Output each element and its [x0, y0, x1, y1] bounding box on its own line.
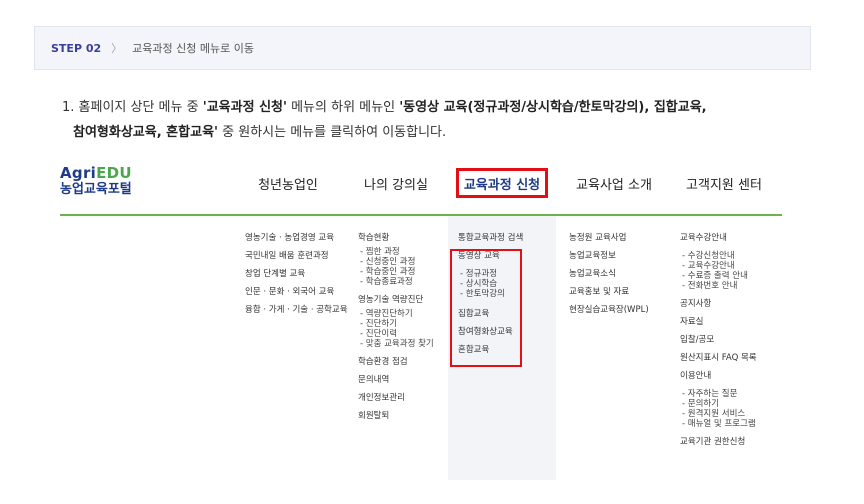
submenu-subitem[interactable]: - 신청중인 과정	[358, 257, 434, 267]
submenu-subitem[interactable]: - 역량진단하기	[358, 309, 434, 319]
instruction-line-1: 1. 홈페이지 상단 메뉴 중 '교육과정 신청' 메뉴의 하위 메뉴인 '동영…	[62, 100, 707, 115]
submenu-subitem[interactable]: - 학습중인 과정	[358, 267, 434, 277]
submenu-item[interactable]: 농업교육정보	[569, 247, 649, 265]
submenu-item[interactable]: 현장실습교육장(WPL)	[569, 301, 649, 319]
submenu-subitem[interactable]: - 교육수강안내	[680, 261, 757, 271]
submenu-youth: 영농기술 · 농업경영 교육 국민내일 배움 훈련과정 창업 단계별 교육 인문…	[245, 229, 348, 319]
submenu-subitem[interactable]: - 진단하기	[358, 319, 434, 329]
submenu-subitem[interactable]: - 수강신청안내	[680, 251, 757, 261]
nav-youth-farmer[interactable]: 청년농업인	[238, 168, 338, 198]
submenu-item-integrated-search[interactable]: 통합교육과정 검색	[458, 229, 523, 247]
submenu-subitem[interactable]: - 문의하기	[680, 399, 757, 409]
highlight-box	[450, 249, 522, 367]
submenu-item[interactable]: 교육기관 권한신청	[680, 433, 757, 451]
submenu-item[interactable]: 영농기술 역량진단	[358, 291, 434, 309]
submenu-subitem[interactable]: - 자주하는 질문	[680, 389, 757, 399]
submenu-item[interactable]: 개인정보관리	[358, 389, 434, 407]
step-number: STEP 02	[51, 41, 102, 55]
submenu-subitem[interactable]: - 학습종료과정	[358, 277, 434, 287]
submenu-subitem[interactable]: - 맞춤 교육과정 찾기	[358, 339, 434, 349]
submenu-subitem[interactable]: - 전화번호 안내	[680, 281, 757, 291]
submenu-business: 농정원 교육사업 농업교육정보 농업교육소식 교육홍보 및 자료 현장실습교육장…	[569, 229, 649, 319]
submenu-item[interactable]: 공지사항	[680, 295, 757, 313]
submenu-item[interactable]: 문의내역	[358, 371, 434, 389]
submenu-subitem[interactable]: - 매뉴얼 및 프로그램	[680, 419, 757, 429]
submenu-item[interactable]: 학습현황	[358, 229, 434, 247]
submenu-item[interactable]: 농업교육소식	[569, 265, 649, 283]
submenu-item[interactable]: 자료실	[680, 313, 757, 331]
nav-business-intro[interactable]: 교육사업 소개	[564, 168, 664, 198]
submenu-item[interactable]: 교육수강안내	[680, 229, 757, 247]
submenu-support: 교육수강안내 - 수강신청안내 - 교육수강안내 - 수료증 출력 안내 - 전…	[680, 229, 757, 451]
nav-course-apply[interactable]: 교육과정 신청	[456, 168, 548, 198]
nav-my-lecture-room[interactable]: 나의 강의실	[346, 168, 446, 198]
nav-divider	[60, 214, 782, 216]
nav-customer-support[interactable]: 고객지원 센터	[674, 168, 774, 198]
submenu-item[interactable]: 입찰/공모	[680, 331, 757, 349]
instruction-line-2: 참여형화상교육, 혼합교육' 중 원하시는 메뉴를 클릭하여 이동합니다.	[73, 125, 447, 140]
submenu-item[interactable]: 회원탈퇴	[358, 407, 434, 425]
top-navigation: 청년농업인 나의 강의실 교육과정 신청 교육사업 소개 고객지원 센터	[0, 168, 864, 204]
submenu-item[interactable]: 융합 · 가게 · 기술 · 공학교육	[245, 301, 348, 319]
submenu-subitem[interactable]: - 찜한 과정	[358, 247, 434, 257]
submenu-item[interactable]: 영농기술 · 농업경영 교육	[245, 229, 348, 247]
chevron-right-icon: 〉	[111, 42, 123, 55]
submenu-item[interactable]: 학습환경 점검	[358, 353, 434, 371]
instruction-text: 1. 홈페이지 상단 메뉴 중 '교육과정 신청' 메뉴의 하위 메뉴인 '동영…	[62, 95, 822, 145]
submenu-item[interactable]: 교육홍보 및 자료	[569, 283, 649, 301]
step-breadcrumb: STEP 02 〉 교육과정 신청 메뉴로 이동	[34, 26, 811, 70]
submenu-subitem[interactable]: - 원격지원 서비스	[680, 409, 757, 419]
step-title: 교육과정 신청 메뉴로 이동	[132, 42, 254, 55]
submenu-subitem[interactable]: - 진단이력	[358, 329, 434, 339]
submenu-subitem[interactable]: - 수료증 출력 안내	[680, 271, 757, 281]
submenu-item[interactable]: 창업 단계별 교육	[245, 265, 348, 283]
submenu-item[interactable]: 농정원 교육사업	[569, 229, 649, 247]
submenu-item[interactable]: 국민내일 배움 훈련과정	[245, 247, 348, 265]
submenu-item[interactable]: 인문 · 문화 · 외국어 교육	[245, 283, 348, 301]
submenu-my-lecture: 학습현황 - 찜한 과정 - 신청중인 과정 - 학습중인 과정 - 학습종료과…	[358, 229, 434, 425]
submenu-item[interactable]: 원산지표시 FAQ 목록	[680, 349, 757, 367]
submenu-item[interactable]: 이용안내	[680, 367, 757, 385]
